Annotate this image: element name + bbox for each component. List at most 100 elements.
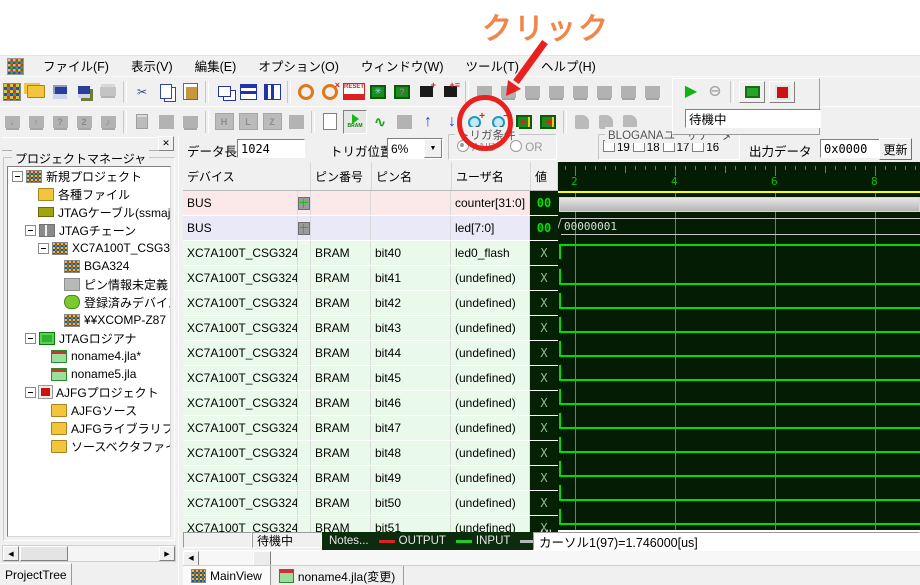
tree-item-11[interactable]: noname4.jla* [8, 347, 170, 365]
chevron-down-icon[interactable]: ▼ [424, 139, 442, 158]
tree-item-5[interactable]: XC7A100T_CSG324 [8, 239, 170, 257]
waveform-hscrollbar[interactable]: ◀ [183, 551, 920, 565]
paste-button[interactable] [179, 81, 201, 103]
trigger-position-select[interactable]: 6% ▼ [387, 138, 443, 159]
move-signal-up-button[interactable]: ↑ [417, 111, 439, 133]
menu-item-4[interactable]: オプション(O) [247, 60, 350, 74]
panel-grabber[interactable] [2, 137, 174, 151]
tree-item-9[interactable]: ¥¥XCOMP-Z87 [8, 311, 170, 329]
add-device-button[interactable]: + [415, 81, 437, 103]
project-tree[interactable]: 新規プロジェクト各種ファイルJTAGケーブル(ssmaj)JTAGチェーンXC7… [7, 166, 171, 537]
table-row[interactable]: XC7A100T_CSG324BRAMbit47(undefined)X [183, 416, 558, 441]
tree-item-14[interactable]: AJFGソース [8, 401, 170, 419]
tab-project-tree[interactable]: ProjectTree [0, 563, 72, 585]
tree-item-13[interactable]: AJFGプロジェクト [8, 383, 170, 401]
cut-button[interactable]: ✂ [131, 81, 153, 103]
update-button[interactable]: 更新 [879, 138, 912, 160]
menu-item-6[interactable]: ツール(T) [455, 60, 530, 74]
tree-item-4[interactable]: JTAGチェーン [8, 221, 170, 239]
tree-expander-icon[interactable] [12, 171, 23, 182]
run-button[interactable]: ▶ [680, 81, 702, 103]
table-row[interactable]: XC7A100T_CSG324BRAMbit44(undefined)X [183, 341, 558, 366]
scan-devices-button[interactable]: ? [391, 81, 413, 103]
expand-bus-icon[interactable] [298, 222, 310, 235]
save-button[interactable] [49, 81, 71, 103]
cascade-windows-icon [218, 86, 231, 97]
tree-item-16[interactable]: ソースベクタファイル [8, 437, 170, 455]
tile-vertical-button[interactable] [261, 81, 283, 103]
new-waveform-button[interactable] [319, 111, 341, 133]
table-row[interactable]: XC7A100T_CSG324BRAMbit46(undefined)X [183, 391, 558, 416]
tree-item-7[interactable]: ピン情報未定義 [8, 275, 170, 293]
tab-document[interactable]: noname4.jla(変更) [271, 566, 404, 585]
signal-edge [559, 437, 561, 451]
open-file-button[interactable] [25, 81, 47, 103]
bga-icon [64, 260, 80, 273]
tile-horizontal-button[interactable] [237, 81, 259, 103]
disconnect-cable-button[interactable]: × [319, 81, 341, 103]
logana-close-button[interactable] [769, 81, 795, 103]
tree-item-1[interactable]: 新規プロジェクト [8, 167, 170, 185]
data-length-input[interactable] [237, 139, 305, 158]
user-name-cell: (undefined) [451, 366, 530, 390]
tree-item-2[interactable]: 各種ファイル [8, 185, 170, 203]
scroll-left-button[interactable]: ◀ [3, 546, 19, 561]
menu-item-7[interactable]: ヘルプ(H) [530, 60, 607, 74]
output-data-input[interactable] [820, 139, 880, 158]
table-row[interactable]: XC7A100T_CSG324BRAMbit45(undefined)X [183, 366, 558, 391]
tree-item-8[interactable]: 登録済みデバイス [8, 293, 170, 311]
pin-number-cell: BRAM [311, 291, 371, 315]
table-row[interactable]: BUScounter[31:0]00 [183, 191, 558, 216]
wave-mode-button[interactable]: ∿ [369, 111, 391, 133]
tree-item-label: AJFGプロジェクト [56, 384, 159, 401]
tree-item-10[interactable]: JTAGロジアナ [8, 329, 170, 347]
tree-expander-icon[interactable] [25, 387, 36, 398]
reset-button[interactable]: RESET [343, 81, 365, 103]
scroll-left-button[interactable]: ◀ [183, 551, 199, 566]
run-status-field[interactable] [685, 109, 821, 128]
logana-open-button[interactable] [739, 81, 765, 103]
panel-close-button[interactable]: ✕ [158, 136, 174, 151]
table-row[interactable]: XC7A100T_CSG324BRAMbit48(undefined)X [183, 441, 558, 466]
stop-button[interactable]: ⊖ [704, 81, 726, 103]
table-row[interactable]: XC7A100T_CSG324BRAMbit41(undefined)X [183, 266, 558, 291]
menu-item-3[interactable]: 編集(E) [184, 60, 248, 74]
copy-button[interactable] [155, 81, 177, 103]
save-all-button[interactable] [73, 81, 95, 103]
menu-item-2[interactable]: 表示(V) [120, 60, 184, 74]
expander-cell[interactable] [298, 191, 311, 215]
tree-item-3[interactable]: JTAGケーブル(ssmaj) [8, 203, 170, 221]
tree-expander-icon[interactable] [25, 333, 36, 344]
new-project-button[interactable] [1, 81, 23, 103]
scroll-thumb[interactable] [20, 546, 68, 561]
tree-expander-icon[interactable] [38, 243, 49, 254]
tree-hscrollbar[interactable]: ◀ ▶ [2, 545, 176, 562]
blank-tool-icon-3 [397, 115, 412, 129]
add-device-list-button[interactable]: +≡ [439, 81, 461, 103]
table-row[interactable]: XC7A100T_CSG324BRAMbit42(undefined)X [183, 291, 558, 316]
tree-item-15[interactable]: AJFGライブラリファイル [8, 419, 170, 437]
menu-item-1[interactable]: ファイル(F) [32, 60, 120, 74]
scroll-right-button[interactable]: ▶ [159, 546, 175, 561]
expander-cell[interactable] [298, 216, 311, 240]
prev-edge-button[interactable]: ◀ [537, 111, 559, 133]
table-row[interactable]: XC7A100T_CSG324BRAMbit50(undefined)X [183, 491, 558, 516]
pin-name-cell: bit49 [371, 466, 451, 490]
scroll-thumb[interactable] [253, 551, 271, 566]
table-row[interactable]: XC7A100T_CSG324BRAMbit43(undefined)X [183, 316, 558, 341]
tree-item-12[interactable]: noname5.jla [8, 365, 170, 383]
tab-main-view[interactable]: MainView [183, 566, 271, 585]
cascade-windows-button[interactable] [213, 81, 235, 103]
tree-expander-icon[interactable] [25, 225, 36, 236]
bram-mode-button[interactable]: BRAM [343, 110, 367, 134]
scan-chain-button[interactable]: ✳ [367, 81, 389, 103]
tree-item-6[interactable]: BGA324 [8, 257, 170, 275]
autodetect-cable-button[interactable] [295, 81, 317, 103]
table-row[interactable]: XC7A100T_CSG324BRAMbit40led0_flashX [183, 241, 558, 266]
expand-bus-icon[interactable] [298, 197, 310, 210]
waveform-view[interactable]: 246800000001 [558, 162, 920, 530]
table-row[interactable]: XC7A100T_CSG324BRAMbit49(undefined)X [183, 466, 558, 491]
menu-item-5[interactable]: ウィンドウ(W) [350, 60, 455, 74]
signal-low-line [559, 307, 920, 309]
table-row[interactable]: BUSled[7:0]00 [183, 216, 558, 241]
